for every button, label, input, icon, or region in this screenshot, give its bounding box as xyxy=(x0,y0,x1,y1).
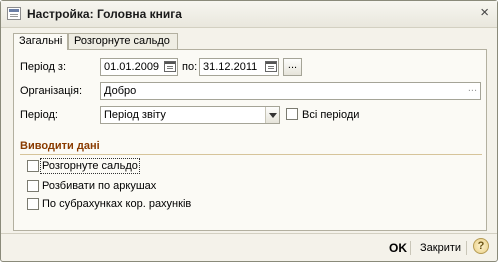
chevron-down-icon[interactable] xyxy=(265,107,279,123)
tab-panel-general: Період з: 01.01.2009 по: 31.12.2011 ... … xyxy=(13,49,487,231)
period-to-label: по: xyxy=(182,61,198,73)
period-to-value: 31.12.2011 xyxy=(203,61,258,73)
period-to-field[interactable]: 31.12.2011 xyxy=(199,58,279,76)
focus-rectangle xyxy=(40,158,140,174)
help-icon[interactable]: ? xyxy=(473,238,489,254)
organization-value: Добро xyxy=(104,85,137,97)
tab-expanded-balance[interactable]: Розгорнуте сальдо xyxy=(68,33,178,49)
period-type-label: Період: xyxy=(20,109,58,121)
period-type-value: Період звіту xyxy=(104,109,166,121)
footer-separator xyxy=(410,241,411,255)
close-button[interactable]: Закрити xyxy=(420,242,461,254)
split-by-sheets-checkbox[interactable] xyxy=(27,180,39,192)
calendar-icon[interactable] xyxy=(265,61,277,72)
period-from-field[interactable]: 01.01.2009 xyxy=(100,58,178,76)
all-periods-checkbox[interactable] xyxy=(286,108,298,120)
title-bar[interactable]: Настройка: Головна книга × xyxy=(1,1,497,28)
all-periods-label[interactable]: Всі періоди xyxy=(302,109,359,121)
organization-label: Організація: xyxy=(20,85,82,97)
calendar-icon[interactable] xyxy=(164,61,176,72)
period-from-value: 01.01.2009 xyxy=(104,61,160,73)
split-by-sheets-label[interactable]: Розбивати по аркушах xyxy=(42,180,156,192)
window-title: Настройка: Головна книга xyxy=(27,7,182,21)
expanded-balance-checkbox[interactable] xyxy=(27,160,39,172)
section-divider xyxy=(20,154,482,155)
close-icon[interactable]: × xyxy=(480,5,489,21)
organization-select-button[interactable]: ... xyxy=(468,80,477,96)
output-section-title: Виводити дані xyxy=(20,140,100,152)
by-subaccounts-checkbox[interactable] xyxy=(27,198,39,210)
footer-divider xyxy=(1,233,497,234)
by-subaccounts-label[interactable]: По субрахунках кор. рахунків xyxy=(42,198,191,210)
window-form-icon xyxy=(7,7,21,20)
tab-general[interactable]: Загальні xyxy=(13,33,68,50)
period-select-button[interactable]: ... xyxy=(283,58,302,76)
ok-button[interactable]: OK xyxy=(389,241,407,255)
organization-field[interactable]: Добро ... xyxy=(100,82,481,100)
period-from-label: Період з: xyxy=(20,61,67,73)
footer-separator xyxy=(466,241,467,255)
period-type-select[interactable]: Період звіту xyxy=(100,106,280,124)
dialog-window: Настройка: Головна книга × Загальні Розг… xyxy=(0,0,498,262)
